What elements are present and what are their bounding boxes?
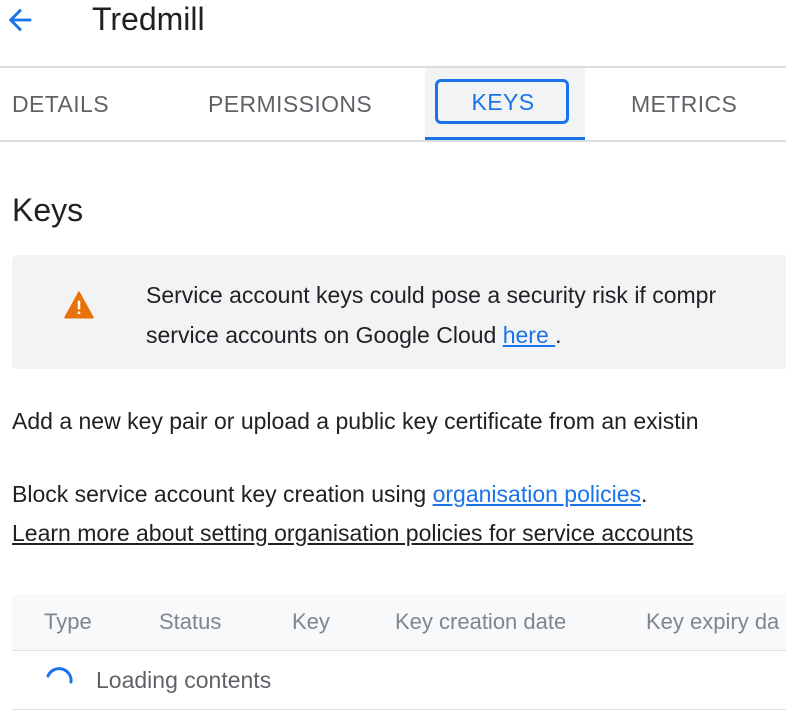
warning-message: Service account keys could pose a securi… — [146, 275, 786, 355]
column-header-key[interactable]: Key — [292, 594, 330, 650]
block-key-creation-text: Block service account key creation using… — [12, 481, 647, 508]
tab-bar: DETAILS PERMISSIONS KEYS METRICS — [0, 68, 786, 140]
organisation-policies-link[interactable]: organisation policies — [433, 481, 641, 507]
service-account-keys-page: Tredmill DETAILS PERMISSIONS KEYS METRIC… — [0, 0, 786, 722]
warning-line-2-text: service accounts on Google Cloud — [146, 322, 503, 348]
tab-metrics[interactable]: METRICS — [631, 68, 737, 140]
tab-keys[interactable]: KEYS — [425, 68, 585, 140]
warning-line-1: Service account keys could pose a securi… — [146, 282, 717, 308]
loading-text: Loading contents — [96, 667, 272, 693]
page-title: Tredmill — [92, 1, 205, 37]
column-header-key-expiry-date[interactable]: Key expiry da — [646, 594, 779, 650]
block-key-creation-prefix: Block service account key creation using — [12, 481, 433, 507]
add-key-description: Add a new key pair or upload a public ke… — [12, 408, 699, 434]
tabs-divider — [0, 140, 786, 142]
here-link[interactable]: here — [503, 322, 555, 348]
column-header-status[interactable]: Status — [159, 594, 221, 650]
tab-details[interactable]: DETAILS — [12, 68, 109, 140]
tab-permissions[interactable]: PERMISSIONS — [208, 68, 372, 140]
learn-more-org-policies-link[interactable]: Learn more about setting organisation po… — [12, 520, 693, 547]
tab-keys-label: KEYS — [471, 89, 535, 115]
section-heading: Keys — [12, 192, 84, 228]
loading-spinner-icon — [46, 667, 73, 684]
security-warning-banner: Service account keys could pose a securi… — [12, 255, 786, 369]
table-loading-row: Loading contents — [12, 651, 786, 710]
column-header-key-creation-date[interactable]: Key creation date — [395, 594, 566, 650]
arrow-back-icon — [8, 8, 32, 32]
warning-line-2: service accounts on Google Cloud here . — [146, 315, 786, 355]
warning-line-2-suffix: . — [555, 322, 562, 348]
warning-icon — [64, 291, 94, 319]
column-header-type[interactable]: Type — [44, 594, 92, 650]
keys-table-header: Type Status Key Key creation date Key ex… — [12, 594, 786, 651]
back-button[interactable] — [0, 0, 40, 40]
block-key-creation-suffix: . — [641, 481, 648, 507]
page-header: Tredmill — [0, 0, 786, 66]
